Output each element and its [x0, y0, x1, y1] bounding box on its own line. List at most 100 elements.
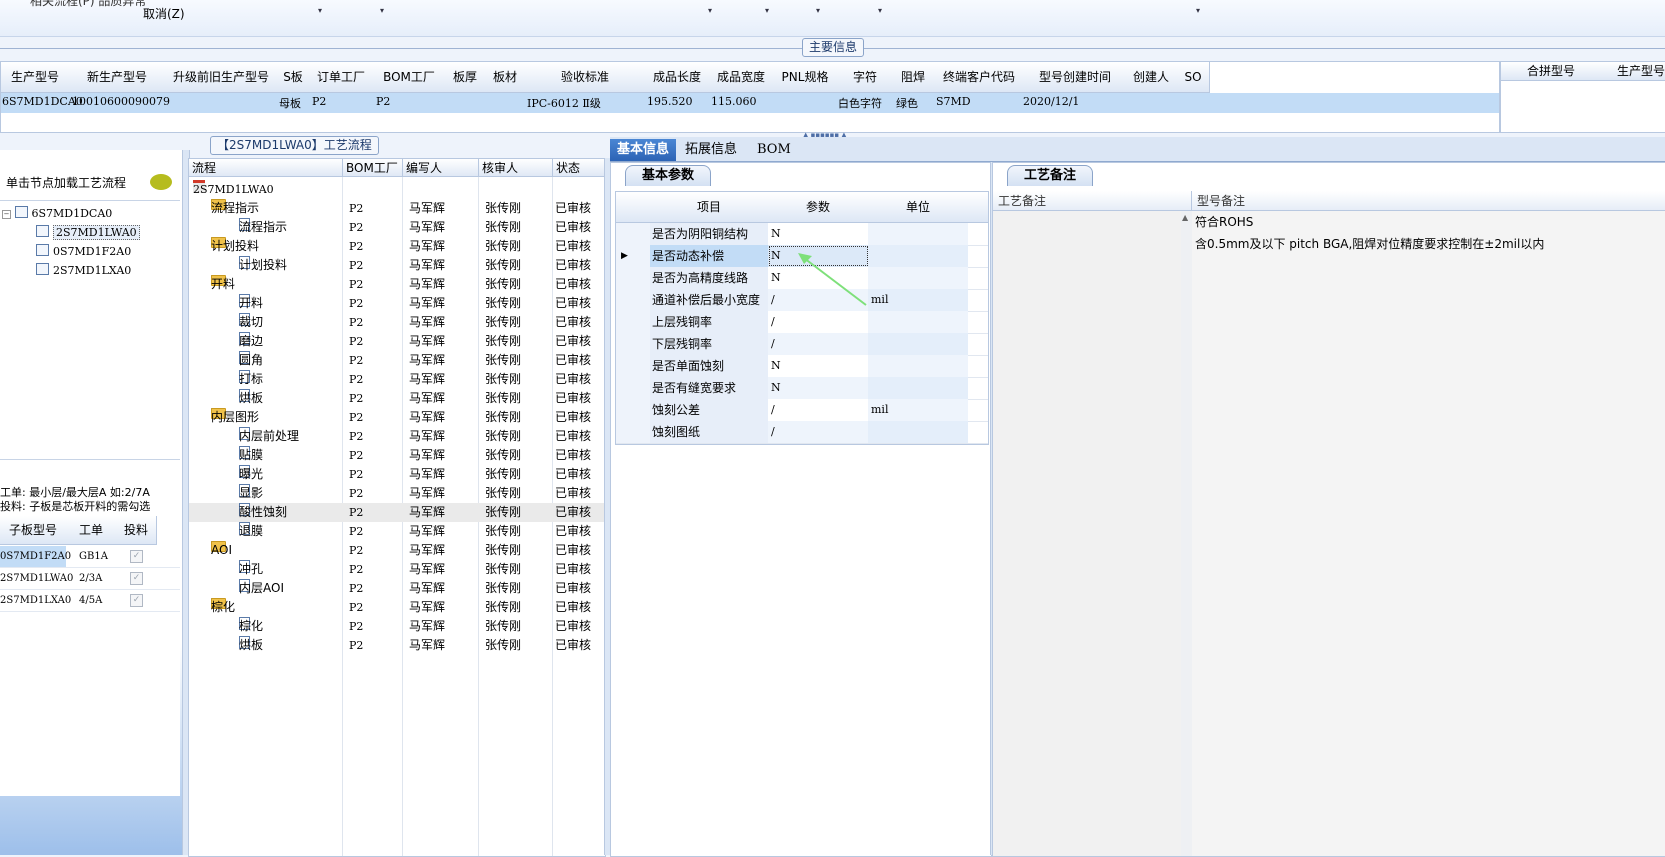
tree-node[interactable]: 2S7MD1LWA0 — [36, 225, 140, 240]
process-row[interactable]: 内层前处理 P2 马军辉 张传刚 已审核 — [189, 427, 605, 446]
toolbar-cut-label[interactable]: 相关流程(P) 品质异常 — [30, 0, 146, 9]
table-row[interactable]: 2S7MD1LXA0 4/5A ✓ — [0, 590, 180, 612]
param-value[interactable]: N — [771, 377, 781, 399]
param-value[interactable]: / — [771, 311, 775, 333]
column-header[interactable]: 合拼型号 — [1501, 62, 1602, 81]
tree-node[interactable]: − 6S7MD1DCA0 — [2, 206, 112, 220]
param-value[interactable]: / — [771, 421, 775, 443]
process-row[interactable]: 退膜 P2 马军辉 张传刚 已审核 — [189, 522, 605, 541]
column-header[interactable]: 状态 — [553, 159, 605, 177]
column-header[interactable]: 单位 — [868, 192, 969, 223]
column-header[interactable]: 生产型号 — [1601, 62, 1665, 81]
column-header[interactable]: 新生产型号 — [69, 62, 166, 93]
column-header[interactable]: S板 — [277, 62, 310, 93]
process-row[interactable]: 冲孔 P2 马军辉 张传刚 已审核 — [189, 560, 605, 579]
scroll-up-icon[interactable]: ▲ — [1182, 213, 1188, 222]
param-value[interactable]: / — [771, 333, 775, 355]
param-row[interactable]: 下层残铜率 / — [616, 333, 988, 356]
column-header[interactable]: BOM工厂 — [343, 159, 403, 177]
param-row[interactable]: 上层残铜率 / — [616, 311, 988, 334]
feed-checkbox[interactable]: ✓ — [130, 594, 143, 607]
process-row[interactable]: 酸性蚀刻 P2 马军辉 张传刚 已审核 — [189, 503, 605, 522]
column-header[interactable]: 板材 — [485, 62, 526, 93]
feed-checkbox[interactable]: ✓ — [130, 550, 143, 563]
process-row[interactable]: 流程指示 P2 马军辉 张传刚 已审核 — [189, 218, 605, 237]
tree-node[interactable]: 0S7MD1F2A0 — [36, 244, 131, 258]
column-header[interactable]: 验收标准 — [525, 62, 646, 93]
table-row[interactable]: 0S7MD1F2A0 GB1A ✓ — [0, 546, 180, 568]
tree-node[interactable]: 2S7MD1LXA0 — [36, 263, 131, 277]
column-header[interactable]: 流程 — [189, 159, 343, 177]
dropdown-arrow-icon[interactable]: ▾ — [708, 6, 712, 15]
column-header[interactable]: 创建人 — [1125, 62, 1178, 93]
process-row[interactable]: 计划投料 P2 马军辉 张传刚 已审核 — [189, 256, 605, 275]
process-row[interactable]: − 流程指示P2马军辉张传刚已审核 — [189, 199, 605, 218]
dropdown-arrow-icon[interactable]: ▾ — [1196, 6, 1200, 15]
column-header[interactable]: 终端客户代码 — [933, 62, 1026, 93]
main-info-grid[interactable]: 生产型号 新生产型号 升级前旧生产型号 S板 订单工厂 BOM工厂 板厚 板材 … — [0, 61, 1500, 133]
process-row[interactable]: − 开料P2马军辉张传刚已审核 — [189, 275, 605, 294]
column-header[interactable]: PNL规格 — [773, 62, 838, 93]
process-row[interactable]: 开料 P2 马军辉 张传刚 已审核 — [189, 294, 605, 313]
column-header[interactable]: 生产型号 — [1, 62, 70, 93]
param-value[interactable]: N — [771, 245, 781, 267]
process-note-area[interactable] — [993, 211, 1182, 856]
process-row[interactable]: − AOIP2马军辉张传刚已审核 — [189, 541, 605, 560]
param-row[interactable]: 是否单面蚀刻 N — [616, 355, 988, 378]
process-row[interactable]: 烘板 P2 马军辉 张传刚 已审核 — [189, 636, 605, 655]
column-header[interactable]: 编写人 — [403, 159, 479, 177]
column-header[interactable]: 订单工厂 — [309, 62, 374, 93]
param-row[interactable]: 是否有缝宽要求 N — [616, 377, 988, 400]
column-header[interactable]: 成品长度 — [645, 62, 710, 93]
tab-basic-info[interactable]: 基本信息 — [610, 139, 677, 161]
params-grid[interactable]: 项目 参数 单位 是否为阴阳铜结构 N ▶ 是否动态补偿 N 是否为高精度线路 N 通道补偿后… — [615, 191, 989, 445]
process-row[interactable]: − 内层图形P2马军辉张传刚已审核 — [189, 408, 605, 427]
column-header[interactable]: 板厚 — [445, 62, 486, 93]
model-note-area[interactable]: 符合ROHS 含0.5mm及以下 pitch BGA,阻焊对位精度要求控制在±2… — [1192, 211, 1665, 856]
dropdown-arrow-icon[interactable]: ▾ — [318, 6, 322, 15]
column-header[interactable]: SO — [1177, 62, 1210, 93]
process-row[interactable]: − 计划投料P2马军辉张传刚已审核 — [189, 237, 605, 256]
process-row[interactable]: 圆角 P2 马军辉 张传刚 已审核 — [189, 351, 605, 370]
column-header[interactable]: 型号备注 — [1192, 191, 1665, 211]
process-row[interactable]: 贴膜 P2 马军辉 张传刚 已审核 — [189, 446, 605, 465]
tree-root[interactable]: − 2S7MD1LWA0 — [189, 180, 605, 199]
sub-board-grid[interactable]: 子板型号 工单 投料 0S7MD1F2A0 GB1A ✓ 2S7MD1LWA0 … — [0, 516, 180, 796]
param-value[interactable]: N — [771, 267, 781, 289]
process-row[interactable]: 打标 P2 马军辉 张传刚 已审核 — [189, 370, 605, 389]
merge-model-grid[interactable]: 合拼型号 生产型号 — [1500, 61, 1665, 133]
column-header[interactable]: 字符 — [837, 62, 894, 93]
feed-checkbox[interactable]: ✓ — [130, 572, 143, 585]
dropdown-arrow-icon[interactable]: ▾ — [765, 6, 769, 15]
param-row[interactable]: 蚀刻图纸 / — [616, 421, 988, 444]
dropdown-arrow-icon[interactable]: ▾ — [878, 6, 882, 15]
param-row[interactable]: 蚀刻公差 / mil — [616, 399, 988, 422]
column-header[interactable]: 项目 — [650, 192, 769, 223]
column-header[interactable]: 投料 — [116, 516, 157, 545]
dropdown-arrow-icon[interactable]: ▾ — [380, 6, 384, 15]
collapse-icon[interactable]: − — [2, 210, 11, 219]
param-value[interactable]: / — [771, 289, 775, 311]
param-row[interactable]: 是否为阴阳铜结构 N — [616, 223, 988, 246]
column-header[interactable]: 核审人 — [479, 159, 553, 177]
param-value[interactable]: N — [771, 223, 781, 245]
process-row[interactable]: 棕化 P2 马军辉 张传刚 已审核 — [189, 617, 605, 636]
column-header[interactable]: 阻焊 — [893, 62, 934, 93]
column-header[interactable]: 工单 — [66, 516, 117, 545]
process-row[interactable]: − 棕化P2马军辉张传刚已审核 — [189, 598, 605, 617]
dropdown-arrow-icon[interactable]: ▾ — [816, 6, 820, 15]
column-header[interactable]: BOM工厂 — [373, 62, 446, 93]
column-header[interactable]: 成品宽度 — [709, 62, 774, 93]
cancel-menu-item[interactable]: 取消(Z) — [143, 5, 185, 22]
process-row[interactable]: 磨边 P2 马军辉 张传刚 已审核 — [189, 332, 605, 351]
process-row[interactable]: 内层AOI P2 马军辉 张传刚 已审核 — [189, 579, 605, 598]
table-row[interactable]: 2S7MD1LWA0 2/3A ✓ — [0, 568, 180, 590]
column-header[interactable]: 子板型号 — [0, 516, 67, 545]
process-tree-grid[interactable]: 流程 BOM工厂 编写人 核审人 状态 − 2S7MD1LWA0 − 流程指示P… — [188, 158, 606, 857]
param-value[interactable]: N — [771, 355, 781, 377]
column-header[interactable]: 工艺备注 — [993, 191, 1192, 211]
column-header[interactable]: 型号创建时间 — [1025, 62, 1126, 93]
model-tree[interactable]: − 6S7MD1DCA0 2S7MD1LWA0 0S7MD1F2A0 2S7MD… — [0, 200, 180, 460]
process-row[interactable]: 曝光 P2 马军辉 张传刚 已审核 — [189, 465, 605, 484]
column-header[interactable]: 参数 — [768, 192, 869, 223]
